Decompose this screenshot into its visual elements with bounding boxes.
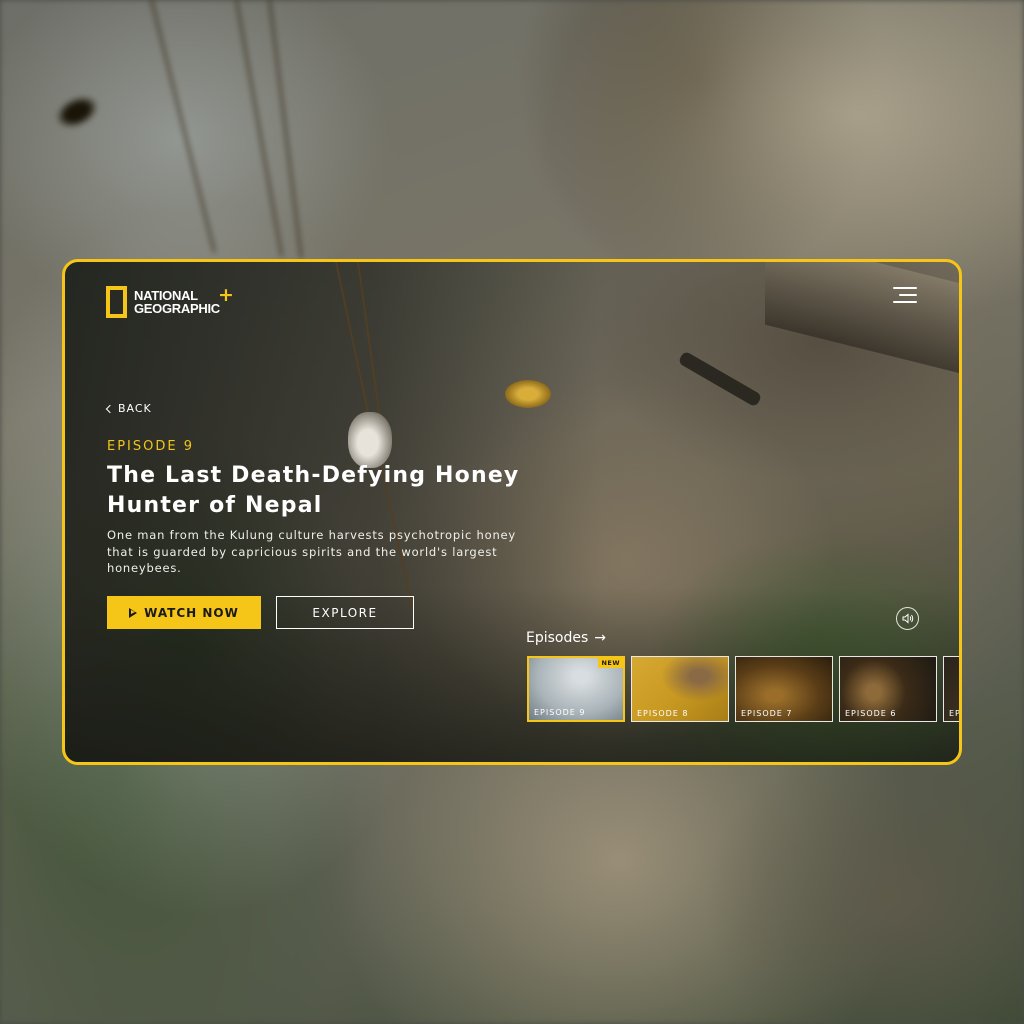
- hamburger-menu-icon[interactable]: [893, 286, 917, 306]
- episode-thumb-label: EPI: [949, 709, 961, 718]
- episode-thumb-6[interactable]: EPISODE 6: [839, 656, 937, 722]
- logo-wordmark: NATIONAL GEOGRAPHIC: [134, 288, 220, 316]
- plus-icon: +: [218, 284, 234, 306]
- episode-thumb-7[interactable]: EPISODE 7: [735, 656, 833, 722]
- explore-button[interactable]: EXPLORE: [276, 596, 414, 629]
- episode-thumb-label: EPISODE 9: [534, 708, 586, 717]
- hero-card: NATIONAL GEOGRAPHIC + BACK EPISODE 9 The…: [62, 259, 962, 765]
- episode-thumb-9[interactable]: NEW EPISODE 9: [527, 656, 625, 722]
- natgeo-logo[interactable]: NATIONAL GEOGRAPHIC +: [106, 284, 234, 318]
- watch-now-button[interactable]: WATCH NOW: [107, 596, 261, 629]
- arrow-right-icon: →: [594, 630, 607, 646]
- episodes-link[interactable]: Episodes →: [526, 630, 606, 646]
- episode-thumb-label: EPISODE 8: [637, 709, 689, 718]
- episode-description: One man from the Kulung culture harvests…: [107, 528, 517, 575]
- episodes-heading: Episodes: [526, 630, 589, 646]
- episode-thumb-8[interactable]: EPISODE 8: [631, 656, 729, 722]
- sound-toggle-button[interactable]: [896, 607, 919, 630]
- chevron-left-icon: [105, 404, 115, 413]
- episode-thumb-label: EPISODE 7: [741, 709, 793, 718]
- honeycomb-image: [505, 380, 551, 408]
- back-label: BACK: [118, 402, 152, 415]
- episode-thumb-label: EPISODE 6: [845, 709, 897, 718]
- honey-hunter-figure: [348, 412, 392, 468]
- watch-now-label: WATCH NOW: [144, 605, 239, 620]
- bee-image: [51, 90, 103, 134]
- episode-carousel: NEW EPISODE 9 EPISODE 8 EPISODE 7 EPISOD…: [527, 656, 961, 722]
- speaker-icon: [902, 613, 913, 624]
- play-icon: [129, 607, 138, 618]
- rope-ladder: [357, 262, 383, 431]
- cliff-crack: [677, 350, 763, 408]
- episode-thumb-5[interactable]: EPI: [943, 656, 961, 722]
- cliff-ledge: [765, 262, 959, 380]
- back-button[interactable]: BACK: [105, 402, 152, 415]
- page-title: The Last Death-Defying Honey Hunter of N…: [107, 463, 520, 518]
- logo-frame-icon: [106, 286, 127, 318]
- episode-label: EPISODE 9: [107, 439, 194, 454]
- new-badge: NEW: [598, 658, 623, 668]
